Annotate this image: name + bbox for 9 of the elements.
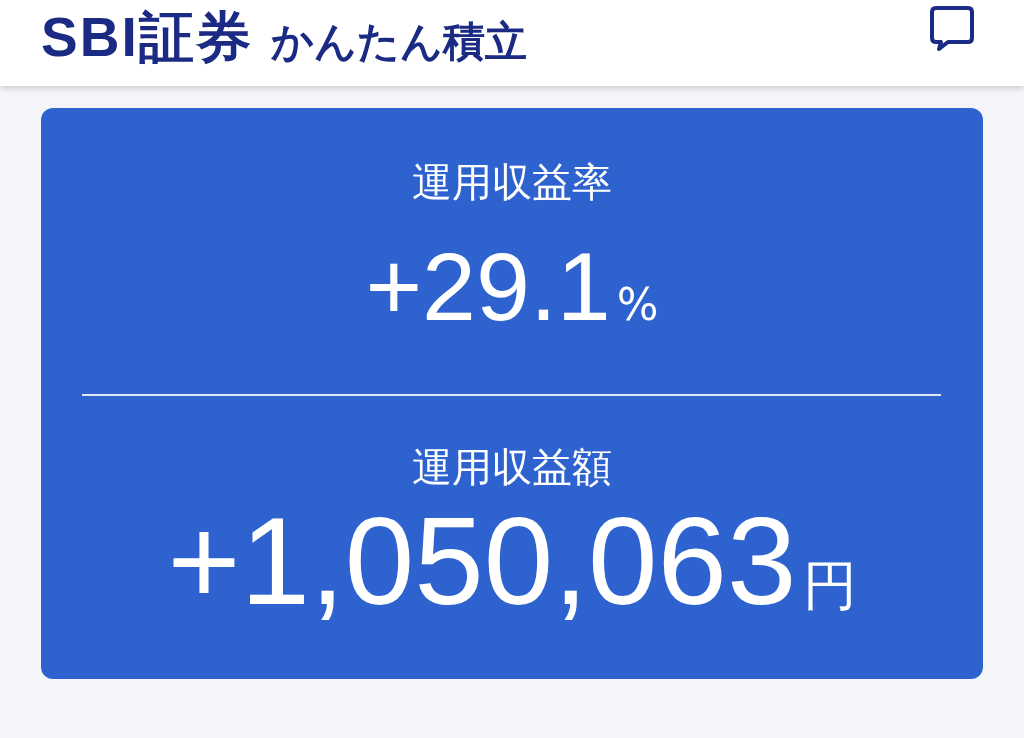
metric-value: +1,050,063: [167, 491, 797, 631]
metric-unit: %: [616, 279, 659, 330]
product-title: かんたん積立: [270, 20, 527, 63]
metric-value: +29.1: [365, 232, 611, 342]
metric-label: 運用収益額: [412, 443, 612, 491]
metric-unit: 円: [802, 553, 857, 619]
metric-label: 運用収益率: [412, 158, 612, 206]
brand-logo-text: SBI証券: [41, 9, 253, 65]
chat-bubble-icon[interactable]: [928, 4, 976, 52]
